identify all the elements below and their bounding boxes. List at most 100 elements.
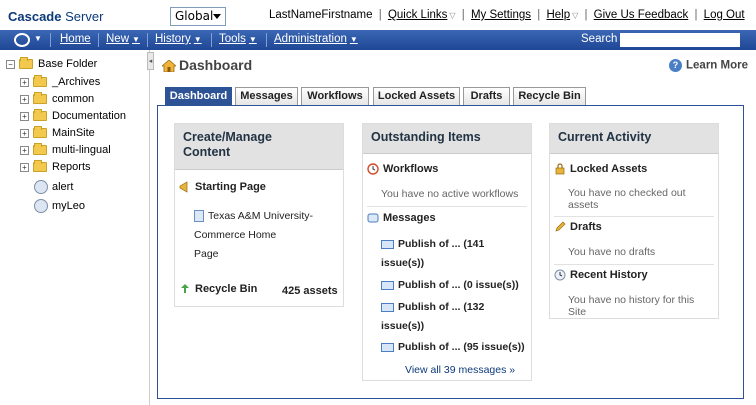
cascade-menu-icon[interactable]: [14, 33, 30, 47]
quick-links-link[interactable]: Quick Links: [388, 9, 447, 21]
chevron-down-icon: ▽: [572, 11, 579, 20]
recycle-bin-section[interactable]: Recycle Bin: [179, 283, 257, 295]
cascade-logo[interactable]: Cascade Server: [8, 9, 103, 24]
workflows-label: Workflows: [383, 163, 439, 175]
workflows-empty-text: You have no active workflows: [381, 188, 519, 200]
envelope-icon: [381, 280, 394, 290]
recycle-bin-label: Recycle Bin: [195, 283, 258, 295]
folder-icon: [33, 92, 47, 105]
drafts-section: Drafts: [554, 221, 602, 233]
drafts-empty-text: You have no drafts: [568, 246, 656, 258]
starting-page-link-line2: Commerce Home: [194, 229, 277, 241]
chevron-down-icon: ▼: [132, 35, 140, 44]
tab-locked-assets[interactable]: Locked Assets: [373, 87, 460, 106]
starting-page-section: Starting Page: [179, 181, 266, 193]
help-link[interactable]: Help: [546, 9, 570, 21]
tree-item-mainsite[interactable]: + MainSite: [20, 126, 95, 143]
view-all-messages-link[interactable]: View all 39 messages »: [405, 364, 515, 376]
search-input[interactable]: [620, 33, 740, 47]
recent-history-label: Recent History: [570, 269, 648, 281]
folder-icon: [33, 109, 47, 122]
divider: [367, 206, 527, 207]
my-settings-link[interactable]: My Settings: [471, 9, 531, 21]
tab-dashboard[interactable]: Dashboard: [165, 87, 232, 106]
menu-history[interactable]: History ▼: [155, 33, 202, 45]
folder-icon: [33, 75, 47, 88]
chevron-down-icon: ▽: [449, 11, 456, 20]
feed-icon: [34, 199, 48, 213]
site-select[interactable]: Global: [170, 7, 226, 26]
clock-icon: [367, 163, 379, 175]
locked-assets-label: Locked Assets: [570, 163, 648, 175]
asset-tree-sidebar: − Base Folder + _Archives + common + Documen…: [0, 50, 150, 405]
message-title: Publish of ... (141: [398, 238, 485, 250]
envelope-icon: [381, 342, 394, 352]
tree-item-multi-lingual[interactable]: + multi-lingual: [20, 143, 111, 160]
menu-home[interactable]: Home: [60, 33, 91, 45]
tab-messages[interactable]: Messages: [235, 87, 298, 106]
logo-brand: Cascade: [8, 9, 62, 24]
collapse-icon[interactable]: −: [6, 59, 15, 69]
card-header: Outstanding Items: [363, 124, 531, 154]
card-title: Create/Manage: [183, 130, 272, 144]
tree-item-label: Documentation: [52, 110, 126, 122]
tab-workflows[interactable]: Workflows: [301, 87, 369, 106]
home-icon: [162, 60, 176, 72]
sidebar-collapse-handle[interactable]: ◂: [147, 52, 154, 70]
recent-history-empty-text: You have no history for this Site: [568, 294, 694, 318]
current-activity-card: Current Activity Locked Assets You have …: [549, 123, 719, 319]
tree-item-reports[interactable]: + Reports: [20, 160, 91, 177]
tab-recycle-bin[interactable]: Recycle Bin: [513, 87, 586, 106]
separator: |: [694, 9, 698, 21]
separator: [50, 33, 51, 47]
message-item[interactable]: Publish of ... (95 issue(s)): [381, 338, 525, 357]
history-empty-line1: You have no history for this: [568, 294, 695, 306]
separator: |: [378, 9, 382, 21]
expand-icon[interactable]: +: [20, 145, 29, 155]
separator: [98, 33, 99, 47]
message-item[interactable]: Publish of ... (132 issue(s)): [381, 298, 484, 336]
tree-item-archives[interactable]: + _Archives: [20, 75, 100, 92]
expand-icon[interactable]: +: [20, 111, 29, 121]
folder-icon: [33, 126, 47, 139]
feedback-link[interactable]: Give Us Feedback: [594, 9, 689, 21]
menu-new[interactable]: New ▼: [106, 33, 140, 45]
card-header: Create/Manage Content: [175, 124, 343, 170]
expand-icon[interactable]: +: [20, 162, 29, 172]
help-icon: ?: [669, 59, 682, 72]
top-header: Cascade Server Global LastNameFirstname …: [0, 0, 756, 30]
drafts-label: Drafts: [570, 221, 602, 233]
logo-suffix: Server: [65, 9, 104, 24]
tree-item-alert[interactable]: alert: [34, 180, 73, 196]
tree-item-label: common: [52, 93, 95, 105]
expand-icon[interactable]: +: [20, 128, 29, 138]
learn-more-label: Learn More: [686, 59, 748, 72]
message-title-cont: issue(s)): [381, 257, 425, 269]
separator: [266, 33, 267, 47]
learn-more-link[interactable]: ? Learn More: [669, 59, 748, 72]
messages-label: Messages: [383, 212, 436, 224]
tab-drafts[interactable]: Drafts: [463, 87, 510, 106]
tree-root-base-folder[interactable]: − Base Folder: [6, 57, 97, 74]
menu-administration[interactable]: Administration ▼: [274, 33, 358, 45]
locked-empty-line1: You have no checked out: [568, 187, 686, 199]
expand-icon[interactable]: +: [20, 94, 29, 104]
tree-item-myleo[interactable]: myLeo: [34, 199, 85, 215]
expand-icon[interactable]: +: [20, 77, 29, 87]
starting-page-link[interactable]: Texas A&M University- Commerce Home Page: [194, 207, 313, 264]
menu-tools[interactable]: Tools ▼: [219, 33, 257, 45]
page-icon: [194, 210, 204, 223]
site-select-value: Global: [175, 9, 214, 23]
outstanding-items-card: Outstanding Items Workflows You have no …: [362, 123, 532, 381]
message-item[interactable]: Publish of ... (0 issue(s)): [381, 276, 519, 295]
tree-item-common[interactable]: + common: [20, 92, 95, 109]
message-title: Publish of ... (95 issue(s)): [398, 341, 525, 353]
history-empty-line2: Site: [568, 306, 587, 318]
chevron-down-icon: ▼: [349, 35, 358, 44]
tree-item-documentation[interactable]: + Documentation: [20, 109, 126, 126]
folder-open-icon: [19, 57, 33, 70]
message-item[interactable]: Publish of ... (141 issue(s)): [381, 235, 484, 273]
logout-link[interactable]: Log Out: [704, 9, 745, 21]
workflows-section: Workflows: [367, 163, 438, 175]
pencil-icon: [555, 221, 566, 232]
